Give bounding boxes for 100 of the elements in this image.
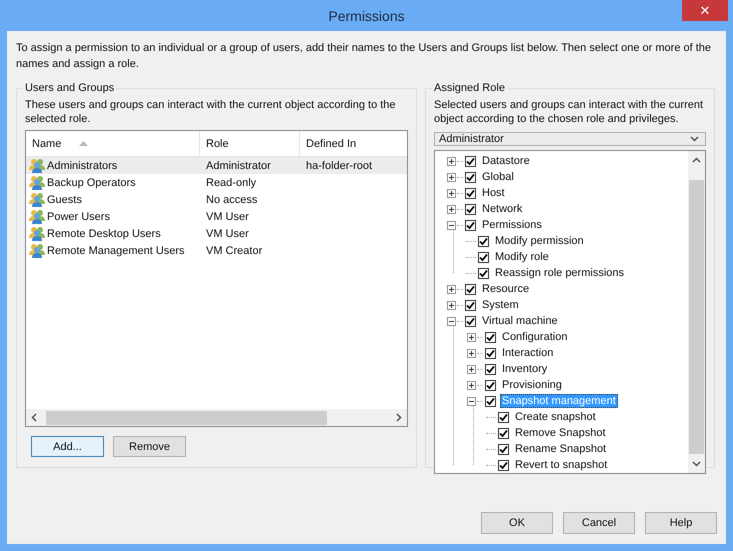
- table-cell: Power Users: [47, 210, 110, 222]
- checkbox[interactable]: [465, 188, 476, 198]
- sort-ascending-icon: [79, 141, 88, 146]
- collapse-icon[interactable]: [447, 220, 456, 230]
- checkbox[interactable]: [478, 236, 489, 246]
- tree-item[interactable]: Provisioning: [500, 378, 564, 392]
- checkbox[interactable]: [485, 332, 496, 342]
- table-cell-text: No access: [205, 194, 258, 206]
- users-icon: [29, 192, 45, 207]
- checkbox[interactable]: [465, 220, 476, 230]
- checkbox[interactable]: [498, 444, 509, 454]
- expand-icon[interactable]: [447, 204, 456, 214]
- users-icon: [29, 158, 45, 173]
- role-dropdown[interactable]: Administrator: [434, 132, 706, 146]
- vertical-scrollbar[interactable]: [688, 151, 705, 473]
- tree-item[interactable]: Resource: [480, 282, 532, 296]
- expand-icon[interactable]: [447, 284, 456, 294]
- table-cell: Administrators: [47, 160, 118, 172]
- table-cell-text: VM User: [205, 228, 250, 240]
- window-title: Permissions: [328, 8, 405, 24]
- table-row[interactable]: Remote Desktop Users VM User: [26, 225, 407, 242]
- tree-item[interactable]: Reassign role permissions: [493, 266, 626, 280]
- tree-item[interactable]: Revert to snapshot: [513, 458, 610, 472]
- expand-icon[interactable]: [447, 156, 456, 166]
- expand-icon[interactable]: [467, 332, 476, 342]
- tree-item[interactable]: Modify role: [493, 250, 551, 264]
- checkbox[interactable]: [485, 348, 496, 358]
- tree-item[interactable]: Permissions: [480, 218, 544, 232]
- users-icon: [29, 243, 45, 258]
- users-icon: [29, 209, 45, 224]
- table-cell-text: VM Creator: [205, 244, 264, 256]
- group-title: Users and Groups: [24, 82, 116, 94]
- checkbox[interactable]: [478, 268, 489, 278]
- users-icon: [29, 226, 45, 241]
- chevron-down-icon: [690, 136, 699, 142]
- checkbox[interactable]: [465, 156, 476, 166]
- horizontal-scrollbar[interactable]: [26, 409, 407, 426]
- tree-item[interactable]: System: [480, 298, 521, 312]
- table-row[interactable]: Administrators Administrator ha-folder-root: [26, 157, 407, 174]
- tree-item[interactable]: Host: [480, 186, 507, 200]
- tree-item[interactable]: Inventory: [500, 362, 550, 376]
- collapse-icon[interactable]: [447, 316, 456, 326]
- collapse-icon[interactable]: [467, 396, 476, 406]
- dialog-button[interactable]: Help: [645, 512, 717, 534]
- checkbox[interactable]: [498, 460, 509, 470]
- checkbox[interactable]: [478, 252, 489, 262]
- tree-item[interactable]: Remove Snapshot: [513, 426, 608, 440]
- table-row[interactable]: Power Users VM User: [26, 208, 407, 225]
- expand-icon[interactable]: [467, 348, 476, 358]
- tree-item[interactable]: Modify permission: [493, 234, 586, 248]
- tree-item[interactable]: Interaction: [500, 346, 556, 360]
- scroll-down-icon[interactable]: [692, 460, 701, 467]
- table-cell: Remote Desktop Users: [47, 228, 161, 240]
- scroll-left-icon[interactable]: [31, 413, 38, 422]
- checkbox[interactable]: [485, 364, 496, 374]
- tree-item[interactable]: Datastore: [480, 154, 532, 168]
- checkbox[interactable]: [485, 380, 496, 390]
- expand-icon[interactable]: [447, 188, 456, 198]
- table-cell-text: Read-only: [205, 176, 258, 188]
- add-button[interactable]: Add...: [31, 436, 104, 457]
- table-cell: Backup Operators: [47, 176, 136, 188]
- tree-item[interactable]: Global: [480, 170, 516, 184]
- column-header[interactable]: Name: [26, 131, 200, 156]
- tree-item[interactable]: Configuration: [500, 330, 570, 344]
- tree-item[interactable]: Virtual machine: [480, 314, 560, 328]
- close-button[interactable]: ✕: [682, 0, 728, 21]
- users-icon: [29, 175, 45, 190]
- checkbox[interactable]: [465, 172, 476, 182]
- table-cell-text: VM User: [205, 210, 250, 222]
- expand-icon[interactable]: [467, 380, 476, 390]
- column-header[interactable]: Role: [200, 131, 300, 156]
- checkbox[interactable]: [498, 412, 509, 422]
- description-text: These users and groups can interact with the current object according to the selected role.: [25, 98, 397, 126]
- table-cell-text: ha-folder-root: [305, 160, 374, 172]
- checkbox[interactable]: [465, 300, 476, 310]
- tree-item[interactable]: Rename Snapshot: [513, 442, 608, 456]
- tree-item[interactable]: Create snapshot: [513, 410, 598, 424]
- table-cell: Remote Management Users: [47, 244, 185, 256]
- checkbox[interactable]: [498, 428, 509, 438]
- expand-icon[interactable]: [467, 364, 476, 374]
- tree-item[interactable]: Network: [480, 202, 524, 216]
- group-title: Assigned Role: [433, 82, 506, 94]
- scroll-right-icon[interactable]: [395, 413, 402, 422]
- table-row[interactable]: Backup Operators Read-only: [26, 174, 407, 191]
- instructions-text: To assign a permission to an individual or a group of users, add their names to the Users and Groups list below. Then select one or more of the names and assign a role.: [16, 41, 712, 72]
- checkbox[interactable]: [465, 204, 476, 214]
- dialog-button[interactable]: OK: [481, 512, 553, 534]
- table-row[interactable]: Guests No access: [26, 191, 407, 208]
- table-cell: Guests: [47, 194, 82, 206]
- table-row[interactable]: Remote Management Users VM Creator: [26, 242, 407, 259]
- scroll-up-icon[interactable]: [692, 157, 701, 164]
- description-text: Selected users and groups can interact with the current object according to the chosen role and privileges.: [434, 98, 704, 126]
- expand-icon[interactable]: [447, 172, 456, 182]
- remove-button[interactable]: Remove: [113, 436, 186, 457]
- checkbox[interactable]: [465, 284, 476, 294]
- checkbox[interactable]: [485, 396, 496, 406]
- expand-icon[interactable]: [447, 300, 456, 310]
- dialog-button[interactable]: Cancel: [563, 512, 635, 534]
- checkbox[interactable]: [465, 316, 476, 326]
- column-header[interactable]: Defined In: [300, 131, 407, 156]
